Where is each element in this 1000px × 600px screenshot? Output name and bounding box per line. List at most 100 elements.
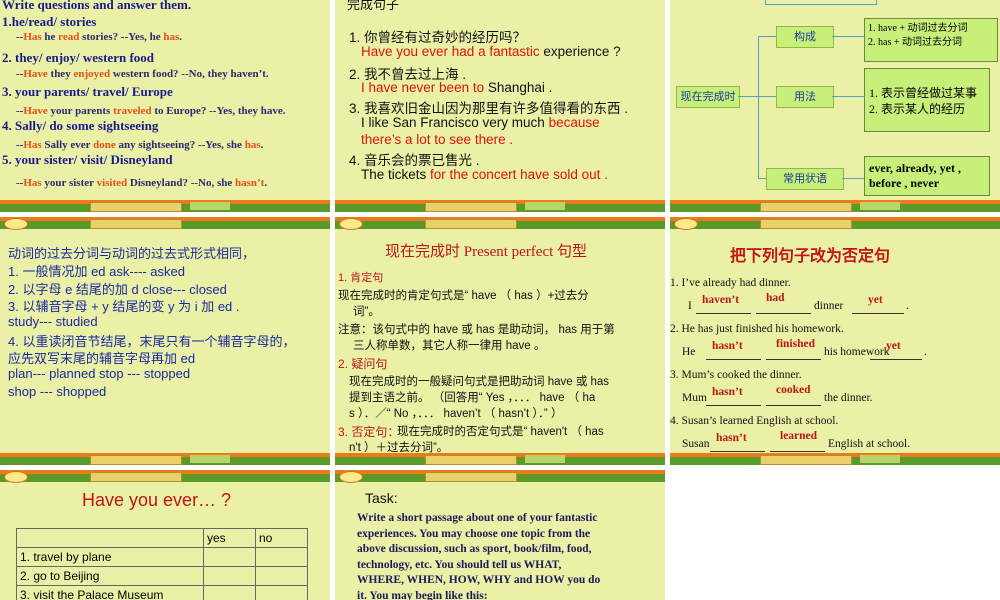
rule-line: plan--- planned stop --- stopped	[8, 366, 191, 381]
answer-aux: Has	[23, 31, 42, 43]
answer-blank	[766, 359, 821, 360]
slide-have-you-ever[interactable]: Have you ever… ? yes no 1. travel by pla…	[0, 470, 330, 600]
table-row: 1. travel by plane	[16, 547, 308, 567]
item-prompt: Sally/ do some sightseeing	[11, 118, 159, 133]
chinese-prompt: 4. 音乐会的票已售光 .	[349, 153, 480, 168]
answer-part: .	[260, 139, 264, 151]
sentence-subject: I	[688, 300, 692, 312]
answer-part: to Europe? --Yes, they have.	[151, 105, 286, 117]
sentence-line: Have you ever had a fantastic experience…	[361, 44, 621, 59]
given-text: The tickets	[361, 167, 431, 182]
sentence-line: The tickets for the concert have sold ou…	[361, 167, 608, 182]
answer-blank	[706, 405, 761, 406]
slide-header-bar	[335, 217, 665, 230]
rule-line: 1. 一般情况加 ed ask---- asked	[8, 264, 185, 279]
item-prompt: they/ enjoy/ western food	[11, 50, 155, 65]
sentence-end: .	[906, 300, 909, 312]
task-line: technology, etc. You should tell us WHAT…	[357, 558, 562, 571]
prompt-line: 4. Sally/ do some sightseeing	[2, 118, 158, 134]
slide-complete-sentences[interactable]: 完成句子 1. 你曾经有过奇妙的经历吗？ Have you ever had a …	[335, 0, 665, 212]
answer-blank	[766, 405, 821, 406]
answer-aux: Have	[23, 105, 48, 117]
source-sentence: 2. He has just finished his homework.	[670, 323, 844, 335]
table-header-row: yes no	[16, 528, 308, 548]
section-affirmative: 1. 肯定句	[338, 272, 384, 284]
answer-blank	[870, 359, 922, 360]
item-prompt: he/read/ stories	[11, 14, 97, 29]
sentence-line: I like San Francisco very much because	[361, 115, 600, 130]
answer-blank	[852, 313, 904, 314]
slide-footer-bar	[0, 200, 330, 212]
given-text: I like San Francisco very much	[361, 115, 549, 130]
slide-negative-exercise[interactable]: 把下列句子改为否定句 1. I’ve already had dinner. Ih…	[670, 217, 1000, 465]
slide-footer-bar	[670, 453, 1000, 465]
slide-task[interactable]: Task: Write a short passage about one of…	[335, 470, 665, 600]
answer-aux: hasn’t	[235, 177, 265, 189]
answer-text: for the concert have sold out .	[430, 167, 608, 182]
answer-blank	[710, 451, 765, 452]
yongfa-detail: 1. 表示曾经做过某事 2. 表示某人的经历	[864, 68, 990, 132]
answer-text: yet	[868, 294, 883, 306]
answer-text: learned	[780, 430, 818, 442]
answer-verb: done	[93, 139, 116, 151]
table-row: 2. go to Beijing	[16, 566, 308, 586]
sentence-end: .	[924, 346, 927, 358]
answer-aux: Has	[23, 139, 42, 151]
given-text: experience ?	[539, 44, 621, 59]
sentence-rest: English at school.	[828, 438, 911, 450]
survey-table: yes no 1. travel by plane 2. go to Beiji…	[16, 528, 308, 600]
table-row: 3. visit the Palace Museum	[16, 585, 308, 600]
answer-part: any sightseeing? --Yes, she	[115, 139, 245, 151]
prompt-line: 2. they/ enjoy/ western food	[2, 50, 154, 66]
sentence-rest: dinner	[814, 300, 844, 312]
item-number: 1.	[2, 14, 12, 29]
sentence-line: 1. 你曾经有过奇妙的经历吗？	[349, 26, 526, 46]
rule-line: 动词的过去分词与动词的过去式形式相同，	[8, 246, 256, 261]
sentence-line: there’s a lot to see there .	[361, 132, 513, 147]
sentence-subject: Mum	[682, 392, 707, 404]
sentence-rest: his homework	[824, 346, 890, 358]
answer-text: cooked	[776, 384, 811, 396]
answer-text: hasn’t	[712, 340, 743, 352]
answer-text: hasn’t	[712, 386, 743, 398]
answer-aux: Has	[23, 177, 42, 189]
answer-blank	[756, 313, 811, 314]
prompt-line: 3. your parents/ travel/ Europe	[2, 84, 173, 100]
prompt-line: 5. your sister/ visit/ Disneyland	[2, 152, 173, 168]
prompt-line: 1.he/read/ stories	[2, 14, 96, 30]
answer-verb: read	[58, 31, 80, 43]
slide-mindmap[interactable]: 现在完成时 构成 用法 常用状语 1. have + 动词过去分词 2. has …	[670, 0, 1000, 212]
answer-verb: traveled	[113, 105, 152, 117]
slide-title: 把下列句子改为否定句	[730, 248, 891, 265]
answer-text: there’s a lot to see there .	[361, 132, 514, 147]
slide-footer-bar	[670, 200, 1000, 212]
sentence-line: I have never been to Shanghai .	[361, 80, 552, 95]
section-question: 2. 疑问句	[338, 357, 388, 371]
logo-icon	[339, 218, 363, 230]
branch-zhuangyu: 常用状语	[766, 168, 844, 190]
answer-text: finished	[776, 338, 815, 350]
slide-header-bar	[335, 470, 665, 483]
answer-part: western food? --No, they haven’t.	[110, 68, 269, 80]
slide-header-bar	[670, 217, 1000, 230]
given-text: Shanghai .	[484, 80, 553, 95]
answer-line: --Has your sister visited Disneyland? --…	[16, 177, 267, 189]
answer-part: stories? --Yes, he	[79, 31, 164, 43]
slide-sentence-patterns[interactable]: 现在完成时 Present perfect 句型 1. 肯定句 现在完成时的肯定…	[335, 217, 665, 465]
answer-aux: Have	[23, 68, 48, 80]
source-sentence: 4. Susan’s learned English at school.	[670, 415, 839, 427]
sentence-subject: He	[682, 346, 696, 358]
rule-line: shop --- shopped	[8, 384, 107, 399]
answer-text: because	[548, 115, 600, 130]
answer-line: --Has he read stories? --Yes, he has.	[16, 31, 182, 43]
slide-past-participle-rules[interactable]: 动词的过去分词与动词的过去式形式相同， 1. 一般情况加 ed ask---- a…	[0, 217, 330, 465]
answer-blank	[706, 359, 761, 360]
sentence-line: 4. 音乐会的票已售光 .	[349, 149, 480, 169]
answer-text: yet	[886, 340, 901, 352]
item-prompt: your sister/ visit/ Disneyland	[11, 152, 173, 167]
slide-title: Task:	[365, 490, 398, 506]
sentence-rest: the dinner.	[824, 392, 873, 404]
top-box	[765, 0, 877, 5]
rule-line: study--- studied	[8, 314, 98, 329]
slide-write-questions[interactable]: Write questions and answer them. 1.he/re…	[0, 0, 330, 212]
